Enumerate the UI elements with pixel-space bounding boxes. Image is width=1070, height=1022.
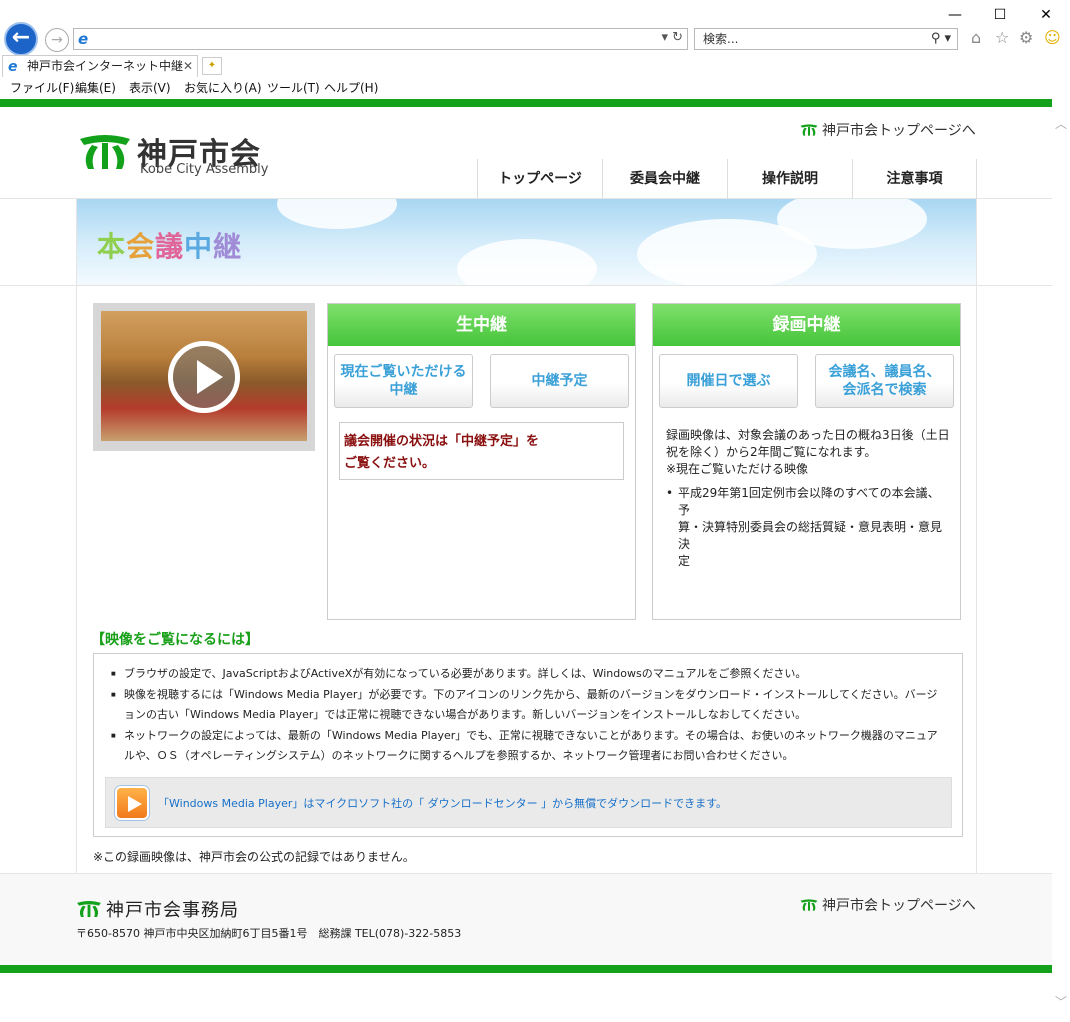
- live-notice: 議会開催の状況は「中継予定」を ご覧ください。: [339, 422, 624, 480]
- menu-view[interactable]: 表示(V): [129, 78, 171, 98]
- menu-tools[interactable]: ツール(T): [267, 78, 320, 98]
- howto-list: ブラウザの設定で、JavaScriptおよびActiveXが有効になっている必要…: [111, 664, 946, 767]
- browser-chrome: — ☐ ✕ ← → e ▾ ↻ 検索... ⚲ ▾ ⌂ ☆ ⚙ ☺ e 神戸市会…: [0, 0, 1070, 107]
- recorded-panel: 録画中継 開催日で選ぶ 会議名、議員名、 会派名で検索 録画映像は、対象会議のあっ…: [652, 303, 961, 620]
- howto-heading: 【映像をご覧になるには】: [91, 632, 259, 648]
- address-dropdown-refresh-icon[interactable]: ▾ ↻: [661, 30, 683, 45]
- favorites-star-icon[interactable]: ☆: [995, 28, 1009, 47]
- site-footer: 神戸市会事務局 〒650-8570 神戸市中央区加納町6丁目5番1号 総務課 T…: [0, 873, 1052, 965]
- live-panel-header: 生中継: [328, 304, 635, 346]
- page-banner: 本会議中継: [76, 199, 977, 285]
- footer-address: 〒650-8570 神戸市中央区加納町6丁目5番1号 総務課 TEL(078)-…: [76, 927, 462, 940]
- wmp-download-link[interactable]: 「Windows Media Player」はマイクロソフト社の「 ダウンロード…: [158, 795, 727, 811]
- select-by-date-button[interactable]: 開催日で選ぶ: [659, 354, 798, 408]
- global-nav: トップページ 委員会中継 操作説明 注意事項: [477, 159, 977, 199]
- search-by-name-button[interactable]: 会議名、議員名、 会派名で検索: [815, 354, 954, 408]
- bottom-green-rule: [0, 965, 1052, 973]
- menu-file[interactable]: ファイル(F): [10, 78, 74, 98]
- recorded-list: • 平成29年第1回定例市会以降のすべての本会議、予 算・決算特別委員会の総括質…: [666, 486, 943, 568]
- minimize-button[interactable]: —: [940, 4, 970, 26]
- kobe-mark-icon: [800, 899, 818, 911]
- current-live-button[interactable]: 現在ご覧いただける 中継: [334, 354, 473, 408]
- new-tab-icon[interactable]: ✦: [202, 57, 222, 75]
- forward-arrow-icon[interactable]: →: [45, 28, 69, 52]
- maximize-button[interactable]: ☐: [985, 4, 1015, 26]
- search-box[interactable]: 検索... ⚲ ▾: [694, 28, 958, 50]
- smiley-feedback-icon[interactable]: ☺: [1044, 28, 1061, 47]
- kobe-mark-icon: [800, 124, 818, 136]
- live-schedule-button[interactable]: 中継予定: [490, 354, 629, 408]
- recorded-panel-header: 録画中継: [653, 304, 960, 346]
- list-item: ブラウザの設定で、JavaScriptおよびActiveXが有効になっている必要…: [111, 664, 946, 685]
- nav-operation-guide[interactable]: 操作説明: [728, 159, 853, 199]
- menu-bar: ファイル(F) 編集(E) 表示(V) お気に入り(A) ツール(T) ヘルプ(…: [0, 78, 1070, 98]
- tab-title: 神戸市会インターネット中継: [27, 59, 184, 73]
- ie-logo-icon: e: [78, 30, 89, 48]
- browser-tab[interactable]: e 神戸市会インターネット中継 ✕: [2, 55, 198, 77]
- footer-top-page-link-label: 神戸市会トップページへ: [822, 898, 976, 914]
- scroll-up-icon[interactable]: ︿: [1055, 115, 1067, 132]
- kobe-city-logo-icon[interactable]: [78, 133, 132, 171]
- footer-org-name: 神戸市会事務局: [106, 900, 239, 921]
- play-icon[interactable]: [168, 341, 240, 413]
- menu-edit[interactable]: 編集(E): [75, 78, 116, 98]
- nav-top-page[interactable]: トップページ: [478, 159, 603, 199]
- address-bar[interactable]: e ▾ ↻: [73, 28, 688, 50]
- howto-box: ブラウザの設定で、JavaScriptおよびActiveXが有効になっている必要…: [93, 653, 963, 837]
- assembly-hall-image: [101, 311, 307, 441]
- page-content: 神戸市会 Kobe City Assembly 神戸市会トップページへ トップペ…: [0, 107, 1052, 1022]
- top-page-link[interactable]: 神戸市会トップページへ: [800, 120, 976, 140]
- kobe-mark-icon: [77, 900, 101, 918]
- windows-media-player-icon[interactable]: [115, 786, 149, 820]
- recorded-description: 録画映像は、対象会議のあった日の概ね3日後（土日 祝を除く）から2年間ご覧になれ…: [666, 428, 950, 476]
- close-window-button[interactable]: ✕: [1031, 4, 1061, 26]
- nav-notes[interactable]: 注意事項: [853, 159, 977, 199]
- wmp-download-banner[interactable]: 「Windows Media Player」はマイクロソフト社の「 ダウンロード…: [105, 777, 952, 828]
- site-logo-subtitle: Kobe City Assembly: [140, 162, 269, 177]
- vertical-scrollbar[interactable]: ︿ ﹀: [1052, 107, 1070, 1022]
- ie-tab-icon: e: [8, 59, 18, 75]
- nav-committee-live[interactable]: 委員会中継: [603, 159, 728, 199]
- top-page-link-label: 神戸市会トップページへ: [822, 123, 976, 139]
- home-icon[interactable]: ⌂: [971, 28, 981, 47]
- back-arrow-icon[interactable]: ←: [4, 22, 38, 56]
- footer-top-page-link[interactable]: 神戸市会トップページへ: [800, 895, 976, 915]
- list-item: 映像を視聴するには「Windows Media Player」が必要です。下のア…: [111, 685, 946, 726]
- live-panel: 生中継 現在ご覧いただける 中継 中継予定 議会開催の状況は「中継予定」を ご覧くだ…: [327, 303, 636, 620]
- list-item: ネットワークの設定によっては、最新の「Windows Media Player」…: [111, 726, 946, 767]
- site-header: 神戸市会 Kobe City Assembly 神戸市会トップページへ トップペ…: [0, 107, 1052, 199]
- search-icon[interactable]: ⚲ ▾: [931, 29, 951, 49]
- footer-org: 神戸市会事務局: [76, 896, 239, 922]
- search-placeholder: 検索...: [703, 32, 739, 46]
- close-tab-icon[interactable]: ✕: [183, 56, 193, 76]
- page-title: 本会議中継: [97, 230, 243, 263]
- top-green-rule: [0, 99, 1052, 107]
- video-thumbnail[interactable]: [93, 303, 315, 451]
- menu-help[interactable]: ヘルプ(H): [324, 78, 378, 98]
- gear-icon[interactable]: ⚙: [1019, 28, 1033, 47]
- menu-favorites[interactable]: お気に入り(A): [184, 78, 262, 98]
- scroll-down-icon[interactable]: ﹀: [1055, 993, 1067, 1010]
- disclaimer-text: ※この録画映像は、神戸市会の公式の記録ではありません。: [93, 850, 415, 864]
